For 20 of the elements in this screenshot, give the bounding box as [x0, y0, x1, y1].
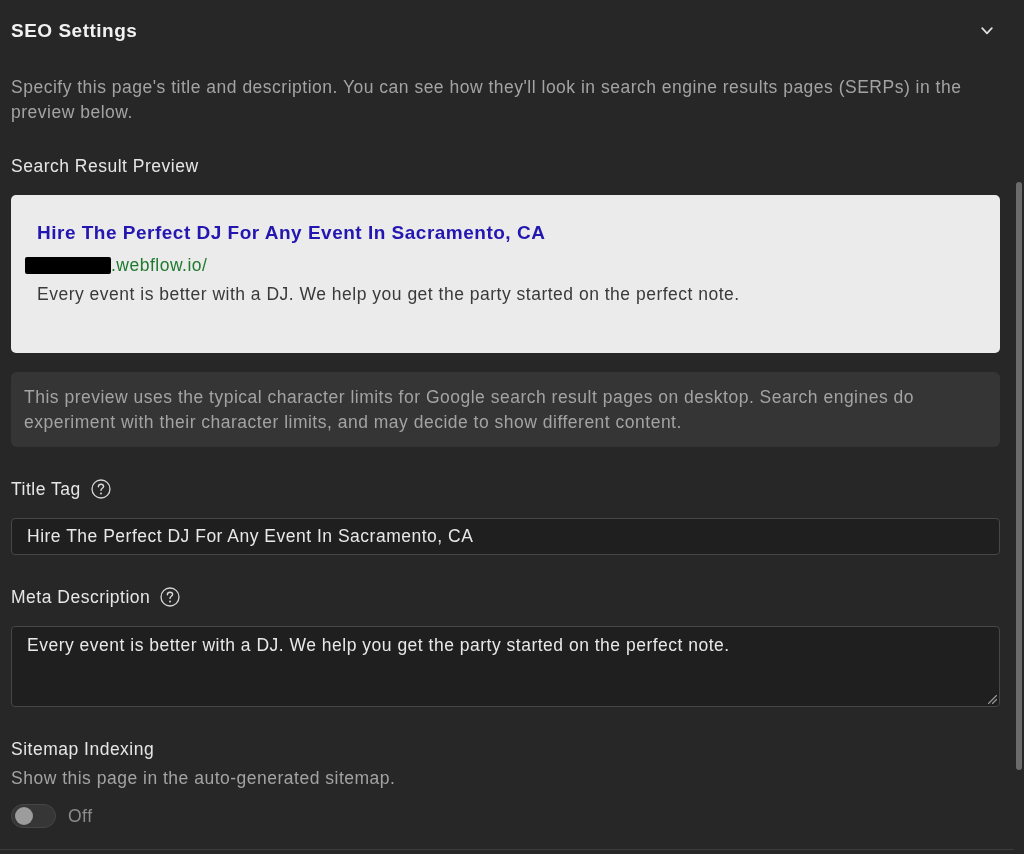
field-label: Title Tag: [11, 477, 81, 501]
section-description: Specify this page's title and description. You can see how they'll look in search engine results pages (SERPs) in the preview below.: [11, 75, 963, 124]
result-snippet: Every event is better with a DJ. We help you get the party started on the perfect note.: [37, 283, 741, 306]
title-tag-input[interactable]: Hire The Perfect DJ For Any Event In Sacramento, CA: [11, 518, 1000, 555]
info-note: This preview uses the typical character limits for Google search result pages on desktop. Search engines do experiment with their character limits, and may decide to show different content.: [11, 372, 1000, 447]
section-title: SEO Settings: [11, 19, 138, 43]
chevron-icon[interactable]: [981, 27, 993, 35]
resize-grip-icon[interactable]: [988, 695, 997, 704]
preview-label: Search Result Preview: [11, 154, 200, 178]
help-icon[interactable]: [90, 479, 111, 499]
toggle-switch[interactable]: [11, 804, 56, 828]
help-icon[interactable]: [160, 587, 181, 607]
result-url: .webflow.io/: [111, 254, 208, 277]
result-title: Hire The Perfect DJ For Any Event In Sacramento, CA: [37, 221, 546, 245]
meta-description-textarea[interactable]: Every event is better with a DJ. We help you get the party started on the perfect note.: [11, 626, 1000, 707]
sitemap-label: Sitemap Indexing: [11, 737, 156, 761]
sitemap-description: Show this page in the auto-generated sitemap.: [11, 766, 397, 790]
toggle-state-label: Off: [68, 805, 93, 828]
scrollbar-thumb[interactable]: [1016, 182, 1022, 770]
field-label: Meta Description: [11, 585, 151, 609]
